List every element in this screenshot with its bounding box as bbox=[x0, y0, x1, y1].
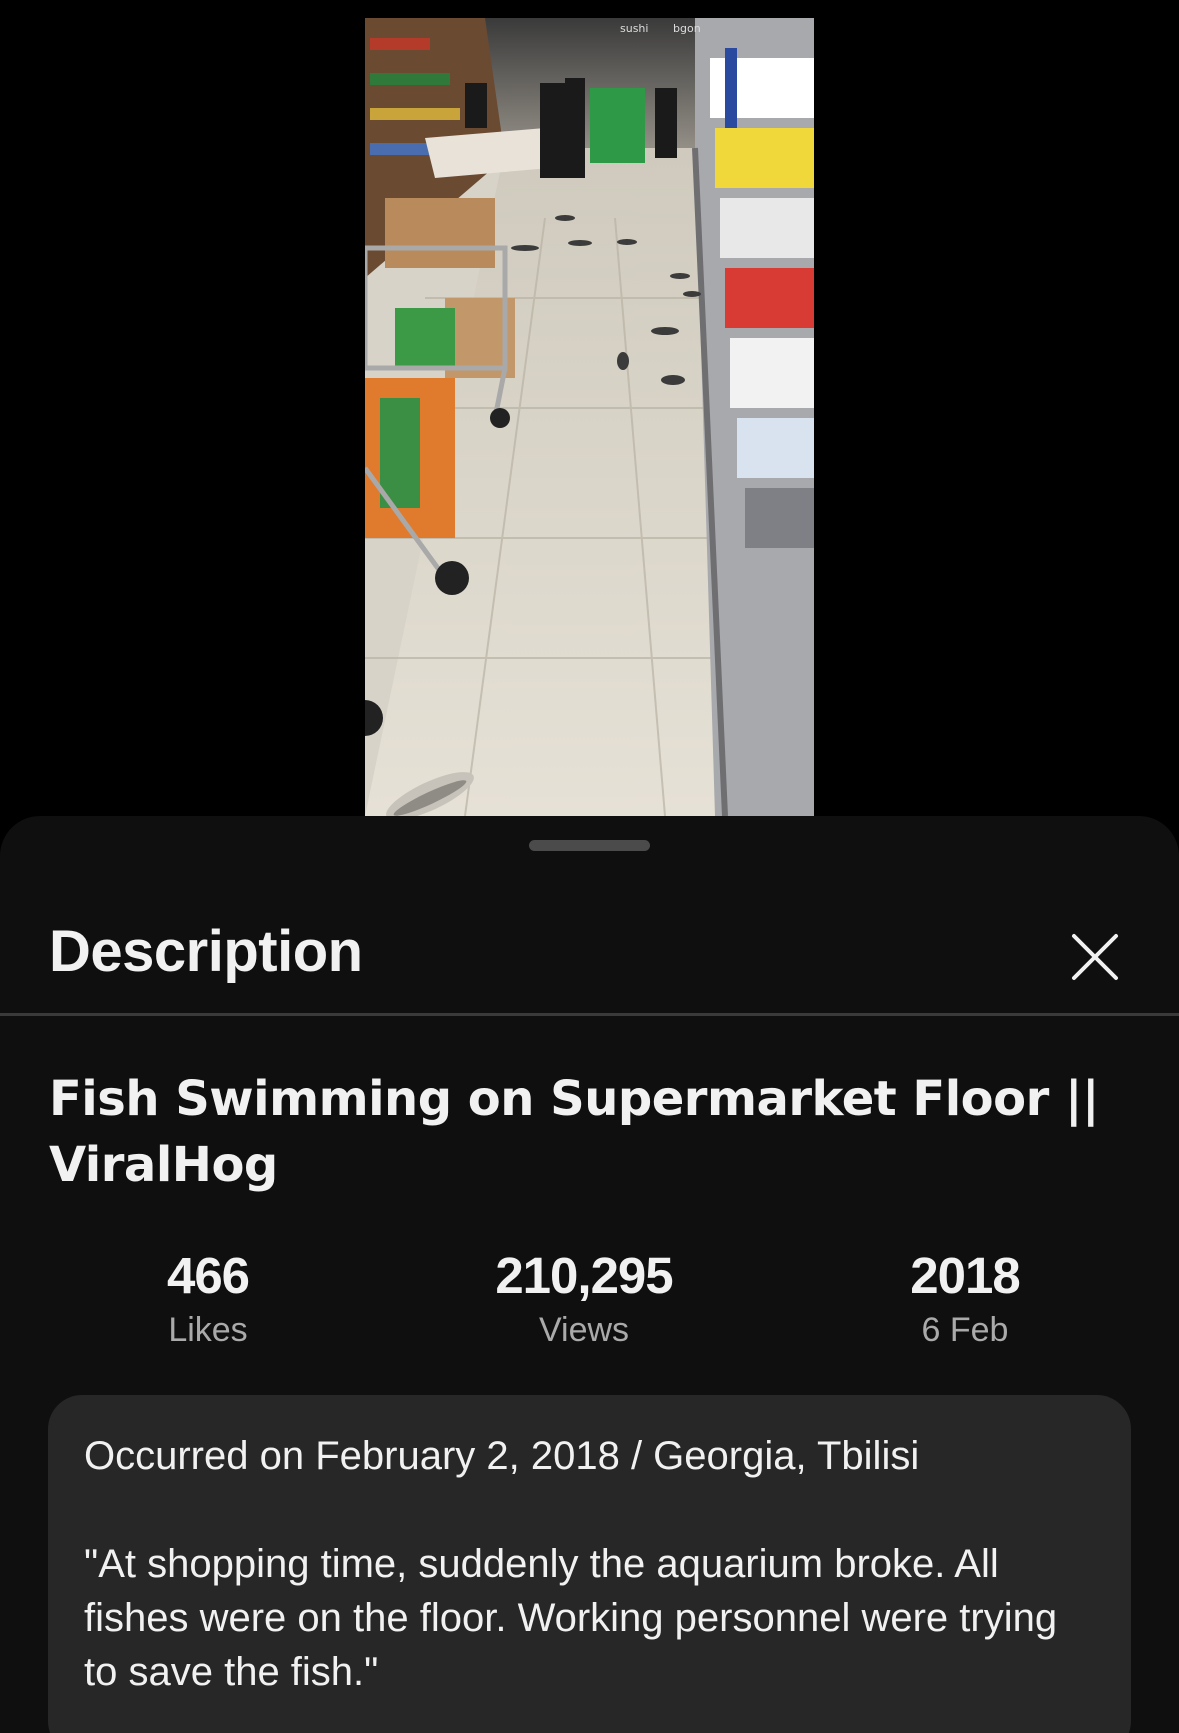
publish-year: 2018 bbox=[910, 1247, 1020, 1304]
video-stats: 466 Likes 210,295 Views 2018 6 Feb bbox=[0, 1246, 1179, 1356]
views-stat: 210,295 Views bbox=[434, 1246, 734, 1352]
description-location-line: Occurred on February 2, 2018 / Georgia, … bbox=[84, 1434, 920, 1478]
store-sign-text: bgon bbox=[673, 22, 701, 35]
drag-handle[interactable] bbox=[529, 840, 650, 851]
publish-day-month: 6 Feb bbox=[921, 1311, 1009, 1349]
video-player[interactable]: sushi bgon bbox=[365, 18, 814, 816]
store-sign-text: sushi bbox=[620, 22, 648, 35]
sheet-header: Description bbox=[0, 878, 1179, 1014]
description-card[interactable]: Occurred on February 2, 2018 / Georgia, … bbox=[48, 1395, 1131, 1733]
views-label: Views bbox=[538, 1311, 630, 1349]
screen: sushi bgon Description Fish Swimming on … bbox=[0, 0, 1179, 1733]
close-button[interactable] bbox=[1060, 922, 1130, 992]
close-icon bbox=[1072, 934, 1118, 980]
likes-count: 466 bbox=[166, 1247, 250, 1304]
video-frame-image: sushi bgon bbox=[365, 18, 814, 816]
publish-date-stat: 2018 6 Feb bbox=[815, 1246, 1115, 1352]
likes-label: Likes bbox=[168, 1311, 248, 1349]
sheet-title: Description bbox=[49, 919, 363, 984]
video-title: Fish Swimming on Supermarket Floor || Vi… bbox=[49, 1071, 1100, 1193]
likes-stat: 466 Likes bbox=[58, 1246, 358, 1352]
views-count: 210,295 bbox=[495, 1247, 673, 1304]
description-sheet: Description Fish Swimming on Supermarket… bbox=[0, 816, 1179, 1733]
description-quote: "At shopping time, suddenly the aquarium… bbox=[84, 1542, 1058, 1694]
header-divider bbox=[0, 1013, 1179, 1016]
